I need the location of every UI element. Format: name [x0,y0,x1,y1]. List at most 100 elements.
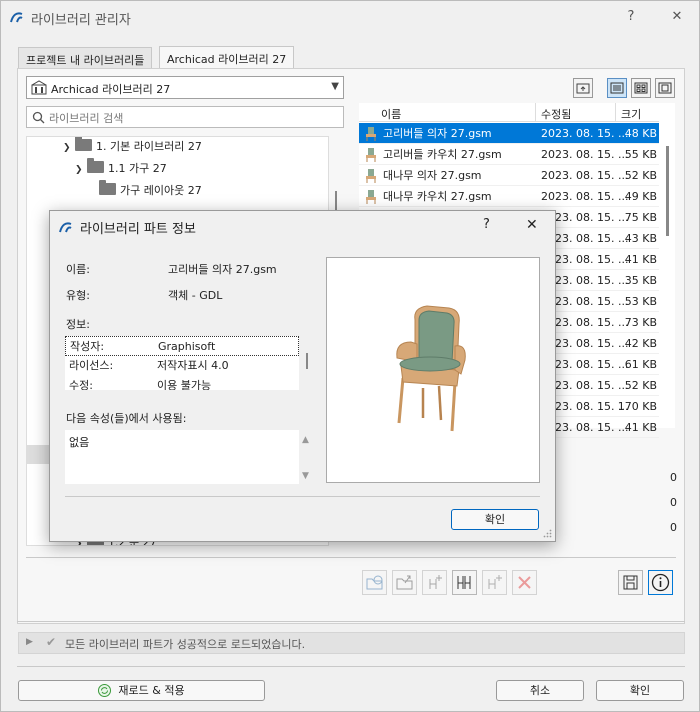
tree-item[interactable]: 가구 레이아웃 27 [99,180,202,201]
dialog-close-button[interactable]: ✕ [526,217,538,233]
divider [65,496,540,497]
library-search-input[interactable]: 라이브러리 검색 [26,106,344,128]
preview-view-button[interactable] [655,78,675,98]
column-size-header[interactable]: 크기 [621,106,641,122]
preview-view-icon [658,82,672,94]
item-size: 43 KB [624,232,657,245]
wicker-chair-preview [396,305,466,432]
library-part-info-dialog: 라이브러리 파트 정보 ? ✕ 이름: 고리버들 의자 27.gsm 유형: 객… [49,210,556,542]
item-name: 대나무 카우치 27.gsm [383,190,492,203]
type-value: 객체 - GDL [168,289,223,302]
info-table[interactable]: 작성자: Graphisoft 라이선스: 저작자표시 4.0 수정: 이용 불… [65,336,299,390]
list-item[interactable]: 대나무 의자 27.gsm 2023. 08. 15. ... 52 KB [359,165,659,186]
chevron-down-icon[interactable]: ❯ [63,138,75,158]
search-icon [32,111,45,124]
library-manager-window: 라이브러리 관리자 ? ✕ 프로젝트 내 라이브러리들 Archicad 라이브… [0,0,700,712]
delete-button[interactable] [512,570,537,595]
chevron-down-icon[interactable]: ❯ [75,160,87,180]
count-value: 0 [670,471,677,484]
divider [17,666,685,667]
tree-item[interactable]: ❯ 1. 기본 라이브러리 27 [63,137,202,157]
chair-object-icon [366,148,376,162]
info-row[interactable]: 수정: 이용 불가능 [65,376,299,390]
divider [26,557,676,558]
item-size: 52 KB [624,169,657,182]
grid-view-icon [634,82,648,94]
reload-icon [98,684,111,697]
list-item[interactable]: 고리버들 카우치 27.gsm 2023. 08. 15. ... 55 KB [359,144,659,165]
tree-selection-highlight [26,445,50,464]
chair-object-icon [366,127,376,141]
save-button[interactable] [618,570,643,595]
used-in-label: 다음 속성(들)에서 사용됨: [66,412,187,425]
item-size: 75 KB [624,211,657,224]
add-object-button[interactable] [422,570,447,595]
chair-object-icon [366,169,376,183]
item-name: 대나무 의자 27.gsm [383,169,482,182]
chair-object-icon [366,190,376,204]
item-modified: 2023. 08. 15. ... [541,127,629,140]
info-label: 정보: [66,318,90,331]
tree-item[interactable]: ❯ 1.1 가구 27 [75,158,167,180]
grid-view-button[interactable] [631,78,651,98]
dialog-ok-button[interactable]: 확인 [451,509,539,530]
info-row[interactable]: 라이선스: 저작자표시 4.0 [65,356,299,376]
add-variant-button[interactable] [482,570,507,595]
library-icon [31,80,47,95]
library-select[interactable]: Archicad 라이브러리 27 ▼ [26,76,344,99]
scroll-down-icon[interactable]: ▼ [302,471,309,481]
scroll-up-icon[interactable]: ▲ [302,435,309,445]
divider [17,621,685,622]
title-bar: 라이브러리 관리자 ? ✕ [1,1,700,33]
objects-button[interactable] [452,570,477,595]
import-button[interactable] [362,570,387,595]
archicad-logo-icon [59,222,72,233]
item-size: 55 KB [624,148,657,161]
cancel-button[interactable]: 취소 [496,680,584,701]
column-name-header[interactable]: 이름 [381,106,401,122]
export-button[interactable] [392,570,417,595]
reload-apply-label: 재로드 & 적용 [118,684,185,697]
close-button[interactable]: ✕ [667,7,687,27]
item-modified: 2023. 08. 15. ... [541,169,629,182]
count-value: 0 [670,521,677,534]
info-scrollbar[interactable] [306,353,308,369]
list-item[interactable]: 고리버들 의자 27.gsm 2023. 08. 15. ... 48 KB [359,123,659,144]
go-up-button[interactable] [573,78,593,98]
item-size: 35 KB [624,274,657,287]
ok-button[interactable]: 확인 [596,680,684,701]
item-size: 52 KB [624,379,657,392]
item-name: 고리버들 카우치 27.gsm [383,148,502,161]
reload-apply-button[interactable]: 재로드 & 적용 [18,680,265,701]
info-icon [651,573,670,592]
list-header: 이름 수정됨 크기 [359,103,659,122]
count-value: 0 [670,496,677,509]
used-in-list[interactable]: 없음 [65,430,299,484]
help-button[interactable]: ? [621,7,641,27]
item-size: 41 KB [624,253,657,266]
part-info-button[interactable] [648,570,673,595]
status-bar: ▶ ✔ 모든 라이브러리 파트가 성공적으로 로드되었습니다. [18,632,685,654]
list-scrollbar[interactable] [666,146,669,236]
resize-grip-icon[interactable] [543,529,552,538]
name-value: 고리버들 의자 27.gsm [168,263,277,276]
list-view-button[interactable] [607,78,627,98]
preview-panel [326,257,540,483]
item-size: 48 KB [624,127,657,140]
list-view-icon [610,82,624,94]
item-modified: 2023. 08. 15. ... [541,190,629,203]
dialog-help-button[interactable]: ? [483,217,490,232]
object-add-icon [429,575,442,589]
info-row[interactable]: 작성자: Graphisoft [65,336,299,356]
archicad-logo-icon [10,12,23,23]
folder-icon [87,158,104,173]
list-item[interactable]: 대나무 카우치 27.gsm 2023. 08. 15. ... 49 KB [359,186,659,207]
folder-up-icon [576,83,590,94]
import-icon [366,575,383,590]
tab-project-libraries[interactable]: 프로젝트 내 라이브러리들 [18,47,153,69]
folder-icon [99,180,116,195]
column-modified-header[interactable]: 수정됨 [541,106,571,122]
check-icon: ✔ [46,635,57,649]
tab-archicad-library[interactable]: Archicad 라이브러리 27 [159,46,295,69]
chevron-right-icon[interactable]: ▶ [26,637,33,647]
